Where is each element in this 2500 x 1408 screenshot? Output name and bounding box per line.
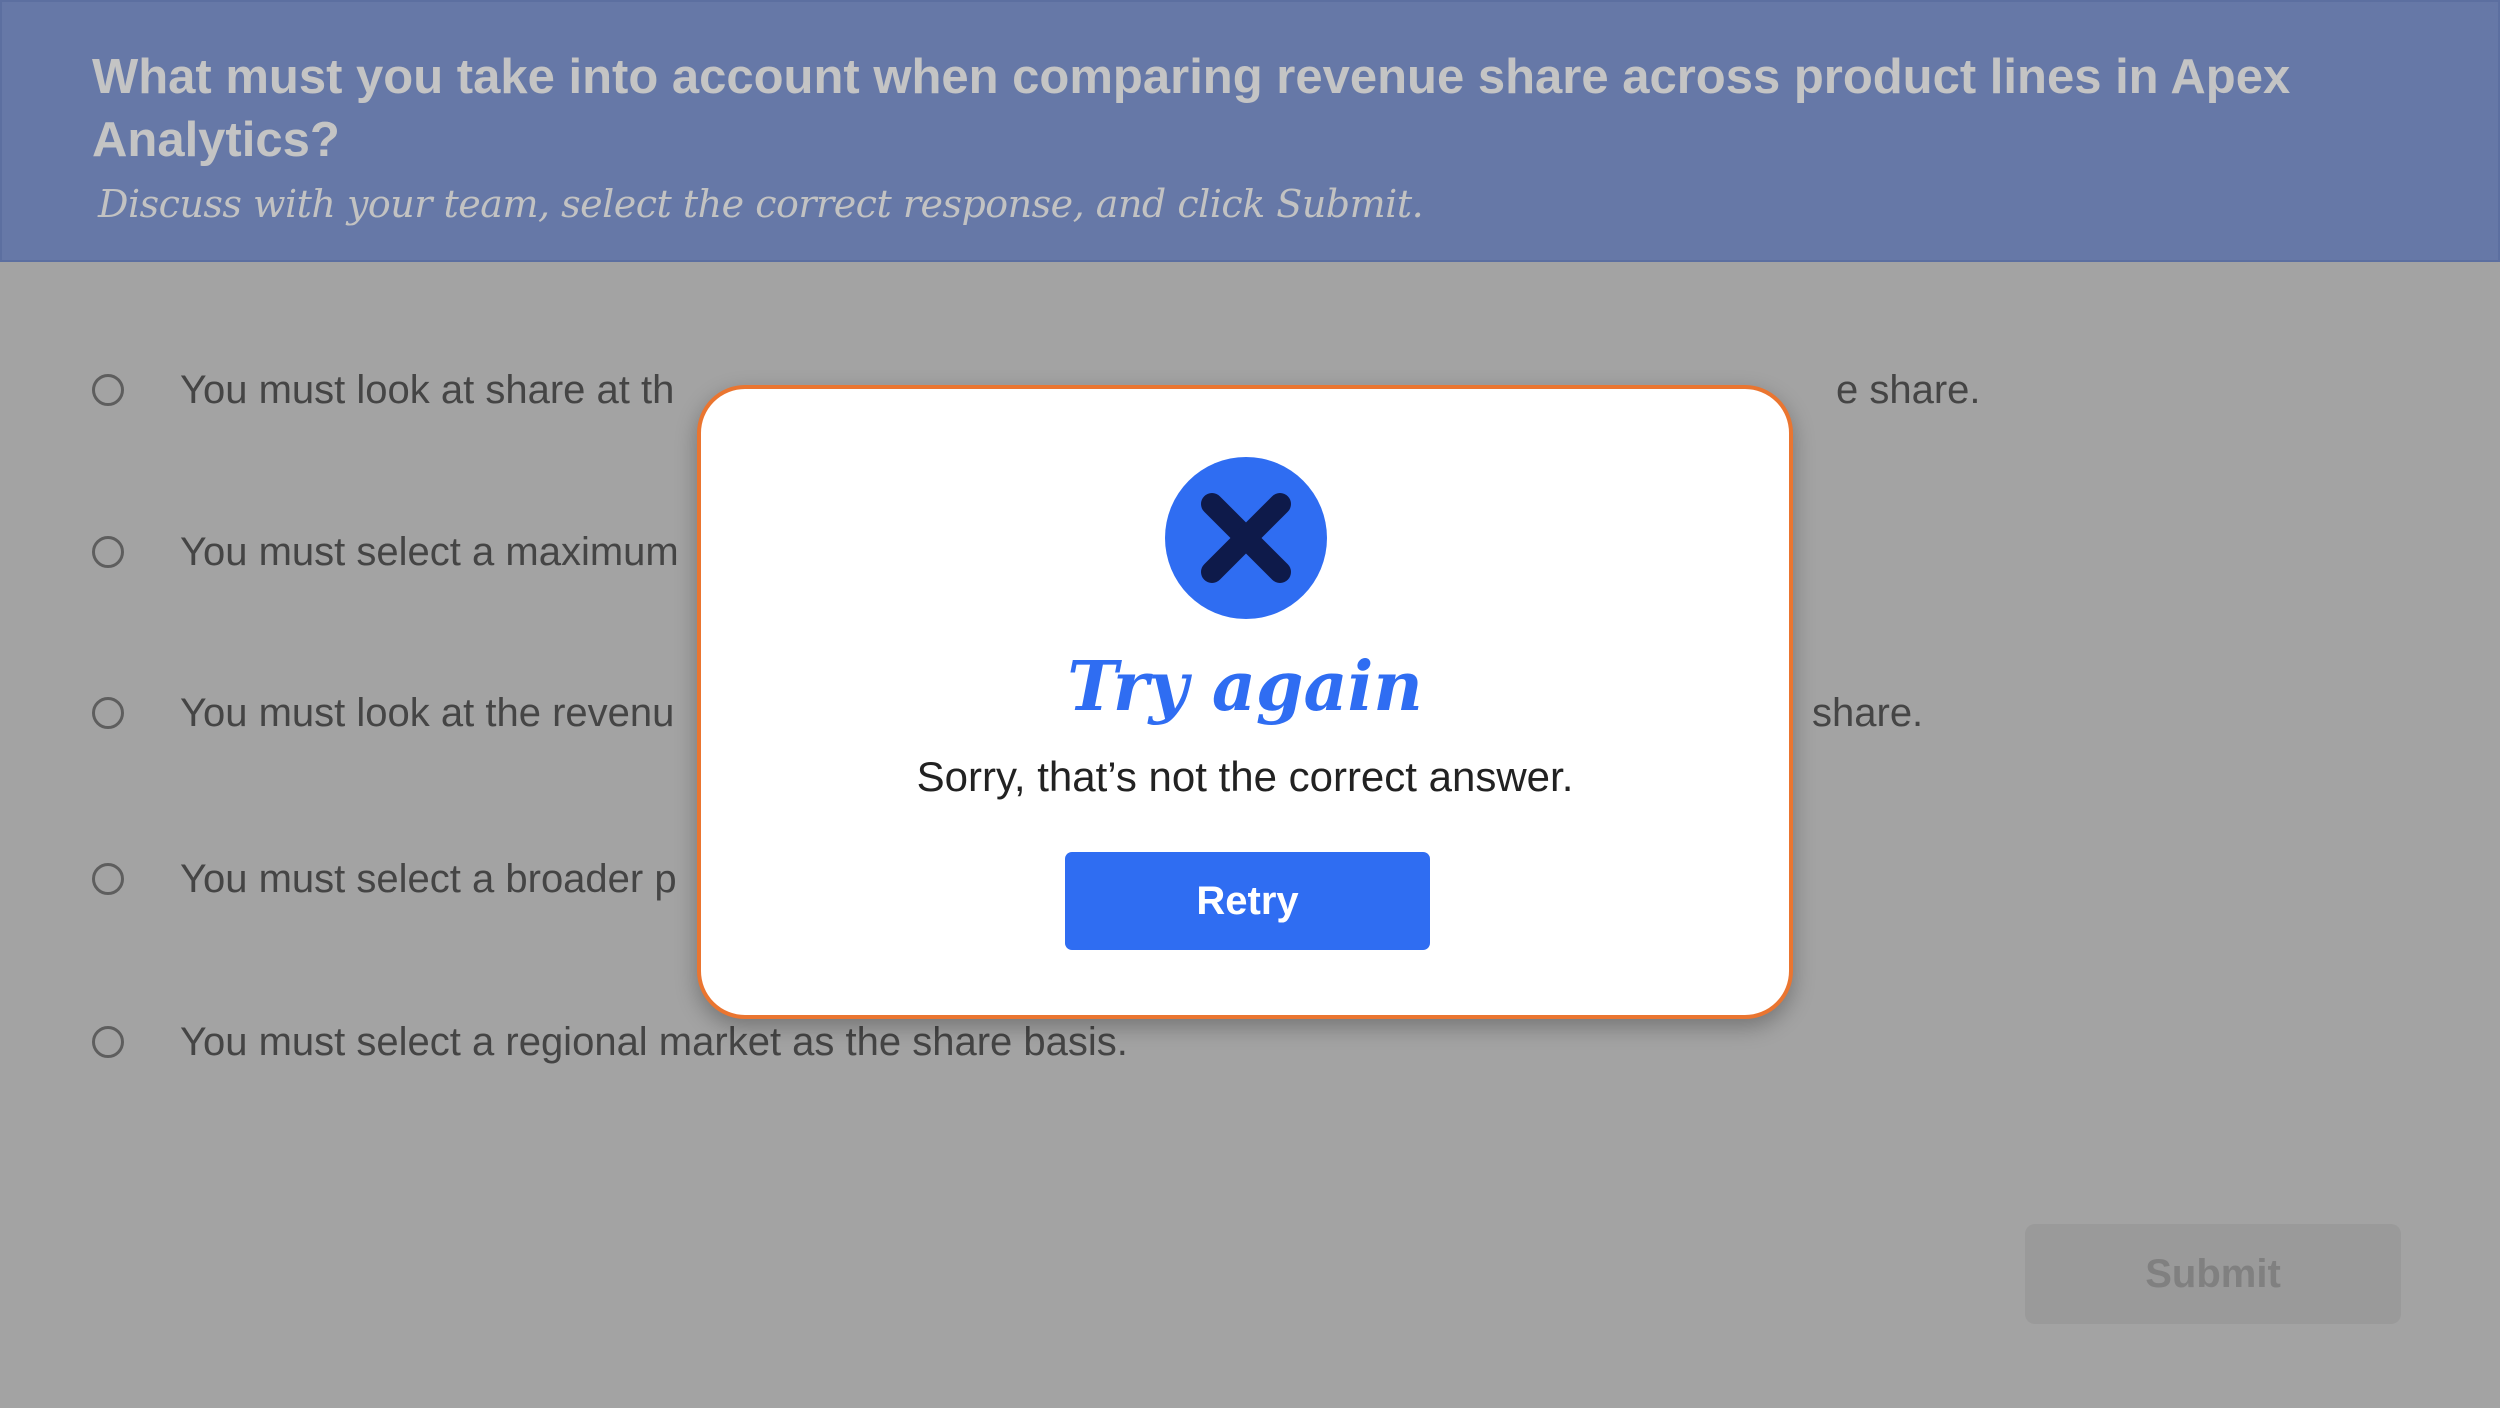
answer-option-1[interactable]: You must look at share at th [92, 365, 674, 415]
question-instructions: Discuss with your team, select the corre… [98, 182, 1424, 226]
answer-option-label: You must look at share at th [180, 368, 675, 412]
modal-message: Sorry, that’s not the correct answer. [916, 753, 1574, 800]
answer-option-5[interactable]: You must select a regional market as the… [92, 1017, 1128, 1067]
question-title: What must you take into account when com… [92, 50, 2291, 167]
answer-option-label: You must select a broader p [180, 857, 677, 901]
answer-option-label: You must look at the revenu [180, 691, 675, 735]
radio-button[interactable] [92, 697, 124, 729]
answer-option-label-tail: share. [1812, 691, 1924, 735]
answer-option-label-tail: e share. [1836, 368, 1981, 412]
submit-button[interactable]: Submit [2025, 1224, 2401, 1324]
answer-option-label: You must select a regional market as the… [180, 1020, 1128, 1064]
answer-option-label: You must select a maximum [180, 530, 679, 574]
answer-option-2[interactable]: You must select a maximum [92, 527, 679, 577]
radio-button[interactable] [92, 863, 124, 895]
radio-button[interactable] [92, 1026, 124, 1058]
retry-button[interactable]: Retry [1065, 852, 1430, 950]
question-header: What must you take into account when com… [0, 0, 2500, 262]
answer-option-4[interactable]: You must select a broader p [92, 854, 677, 904]
radio-button[interactable] [92, 374, 124, 406]
close-icon [1165, 457, 1327, 619]
feedback-modal: Try again Sorry, that’s not the correct … [697, 385, 1793, 1019]
radio-button[interactable] [92, 536, 124, 568]
answer-option-3[interactable]: You must look at the revenu [92, 688, 674, 738]
modal-title: Try again [1067, 647, 1423, 727]
